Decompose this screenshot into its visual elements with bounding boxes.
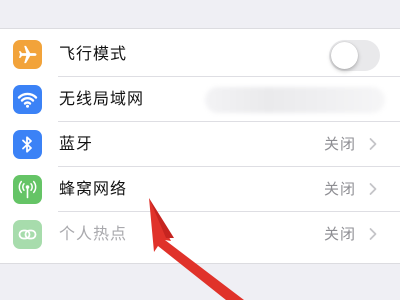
- cellular-icon: [13, 175, 42, 204]
- airplane-mode-toggle[interactable]: [329, 40, 380, 71]
- settings-row-label: 个人热点: [59, 224, 128, 243]
- wifi-icon: [13, 85, 42, 114]
- settings-row-airplane-mode[interactable]: 飞行模式: [0, 32, 400, 77]
- hotspot-status-value: 关闭: [323, 225, 356, 243]
- toggle-knob: [331, 42, 358, 69]
- settings-row-personal-hotspot[interactable]: 个人热点 关闭: [0, 212, 400, 257]
- wlan-network-name-blurred: [205, 87, 385, 113]
- chevron-right-icon: [369, 228, 377, 240]
- chevron-right-icon: [369, 183, 377, 195]
- settings-row-bluetooth[interactable]: 蓝牙 关闭: [0, 122, 400, 167]
- settings-row-label: 蜂窝网络: [59, 179, 128, 198]
- settings-row-label: 飞行模式: [59, 44, 128, 63]
- settings-group: 飞行模式 无线局域网 蓝牙 关闭 蜂窝网络 关闭 个人热点 关闭: [0, 28, 400, 264]
- settings-row-label: 蓝牙: [59, 134, 94, 153]
- top-spacer: [0, 0, 400, 28]
- bluetooth-status-value: 关闭: [323, 135, 356, 153]
- settings-row-cellular[interactable]: 蜂窝网络 关闭: [0, 167, 400, 212]
- settings-row-label: 无线局域网: [59, 89, 145, 108]
- bluetooth-icon: [13, 130, 42, 159]
- chevron-right-icon: [369, 138, 377, 150]
- settings-row-wlan[interactable]: 无线局域网: [0, 77, 400, 122]
- hotspot-icon: [13, 220, 42, 249]
- airplane-icon: [13, 40, 42, 69]
- cellular-status-value: 关闭: [323, 180, 356, 198]
